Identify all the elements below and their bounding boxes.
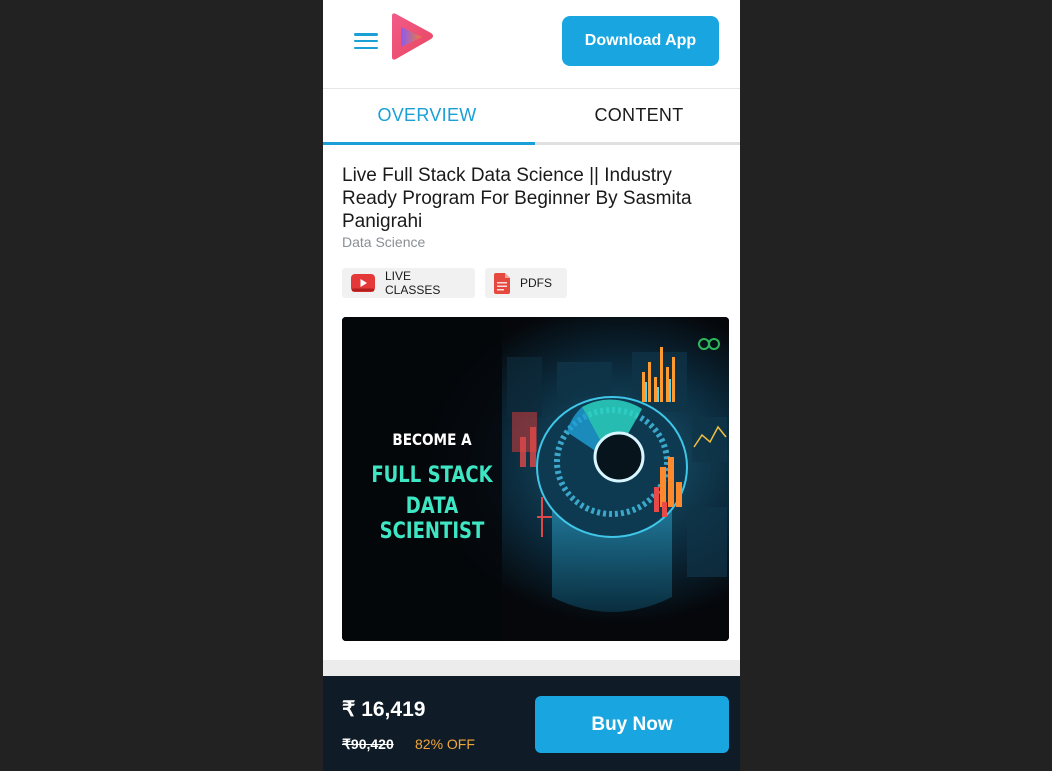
tab-overview[interactable]: OVERVIEW — [323, 89, 535, 145]
current-price: ₹ 16,419 — [342, 698, 426, 721]
purchase-bar: ₹ 16,419 ₹90,420 82% OFF Buy Now — [323, 676, 740, 771]
banner-line-3: DATA SCIENTIST — [379, 494, 485, 544]
feature-label: LIVE CLASSES — [385, 269, 441, 297]
section-divider — [323, 660, 740, 676]
banner-line-1: BECOME A — [392, 430, 472, 449]
discount-badge: 82% OFF — [415, 736, 475, 752]
banner-headline: BECOME A FULL STACK DATA SCIENTIST — [342, 430, 522, 544]
course-title: Live Full Stack Data Science || Industry… — [342, 165, 692, 232]
feature-chip-live-classes: LIVE CLASSES — [342, 268, 475, 298]
hamburger-menu-icon[interactable] — [354, 31, 378, 51]
course-banner-image[interactable]: BECOME A FULL STACK DATA SCIENTIST — [342, 317, 729, 641]
buy-now-button[interactable]: Buy Now — [535, 696, 729, 753]
banner-line-2: FULL STACK — [371, 463, 493, 488]
pdf-file-icon — [494, 272, 510, 294]
tab-bar: OVERVIEW CONTENT — [323, 89, 740, 145]
course-overview: Live Full Stack Data Science || Industry… — [323, 145, 740, 660]
phone-screen: Download App OVERVIEW CONTENT Live Full … — [323, 0, 740, 771]
tab-content[interactable]: CONTENT — [535, 89, 740, 142]
feature-chip-pdfs: PDFS — [485, 268, 567, 298]
app-header: Download App — [323, 0, 740, 89]
course-category: Data Science — [342, 234, 426, 250]
youtube-play-icon — [351, 274, 375, 292]
app-logo-icon[interactable] — [389, 12, 435, 62]
download-app-button[interactable]: Download App — [562, 16, 719, 66]
original-price: ₹90,420 — [342, 736, 394, 752]
feature-label: PDFS — [520, 276, 553, 290]
